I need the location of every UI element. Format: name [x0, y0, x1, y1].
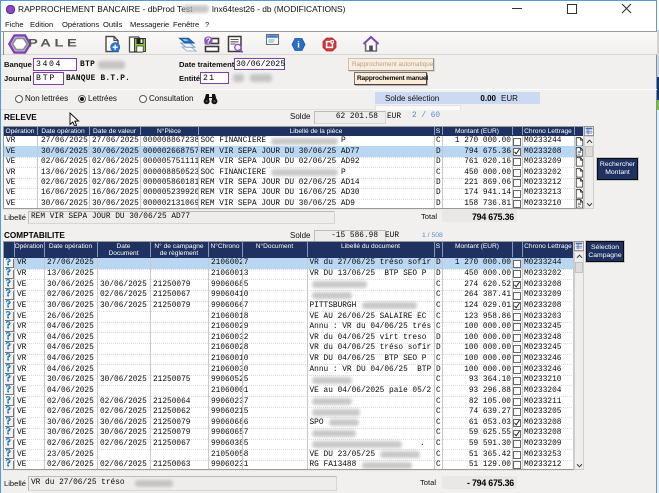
- svg-text:?: ?: [206, 36, 211, 46]
